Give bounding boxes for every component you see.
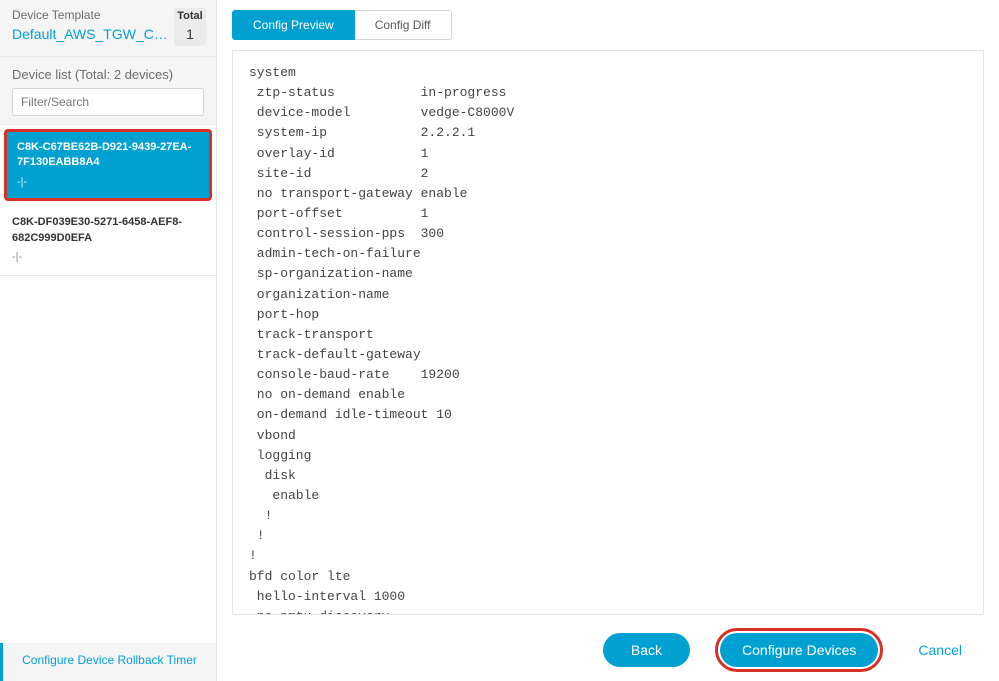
cancel-button[interactable]: Cancel bbox=[908, 633, 972, 667]
sidebar: Device Template Default_AWS_TGW_C8... To… bbox=[0, 0, 217, 681]
config-tabs: Config Preview Config Diff bbox=[232, 0, 984, 40]
device-sub: -|- bbox=[17, 175, 199, 190]
total-label: Total bbox=[174, 10, 206, 22]
template-name[interactable]: Default_AWS_TGW_C8... bbox=[12, 26, 172, 42]
template-label: Device Template bbox=[12, 8, 174, 22]
config-text: system ztp-status in-progress device-mod… bbox=[249, 63, 967, 615]
device-sub: -|- bbox=[12, 250, 204, 265]
search-input[interactable] bbox=[12, 88, 204, 116]
rollback-timer-link[interactable]: Configure Device Rollback Timer bbox=[0, 643, 216, 681]
device-id: C8K-C67BE62B-D921-9439-27EA-7F130EABB8A4 bbox=[17, 140, 199, 171]
sidebar-header: Device Template Default_AWS_TGW_C8... To… bbox=[0, 0, 216, 57]
device-item[interactable]: C8K-DF039E30-5271-6458-AEF8-682C999D0EFA… bbox=[0, 205, 216, 276]
device-item-selected[interactable]: C8K-C67BE62B-D921-9439-27EA-7F130EABB8A4… bbox=[4, 129, 212, 201]
tab-config-diff[interactable]: Config Diff bbox=[355, 10, 452, 40]
config-preview-box[interactable]: system ztp-status in-progress device-mod… bbox=[232, 50, 984, 615]
device-list-label: Device list (Total: 2 devices) bbox=[0, 57, 216, 88]
total-box: Total 1 bbox=[174, 8, 206, 46]
configure-devices-button[interactable]: Configure Devices bbox=[720, 633, 878, 667]
footer-actions: Back Configure Devices Cancel bbox=[232, 615, 984, 681]
tab-config-preview[interactable]: Config Preview bbox=[232, 10, 355, 40]
device-id: C8K-DF039E30-5271-6458-AEF8-682C999D0EFA bbox=[12, 215, 204, 246]
device-list: C8K-C67BE62B-D921-9439-27EA-7F130EABB8A4… bbox=[0, 124, 216, 643]
main-panel: Config Preview Config Diff system ztp-st… bbox=[217, 0, 999, 681]
total-value: 1 bbox=[174, 26, 206, 42]
back-button[interactable]: Back bbox=[603, 633, 690, 667]
